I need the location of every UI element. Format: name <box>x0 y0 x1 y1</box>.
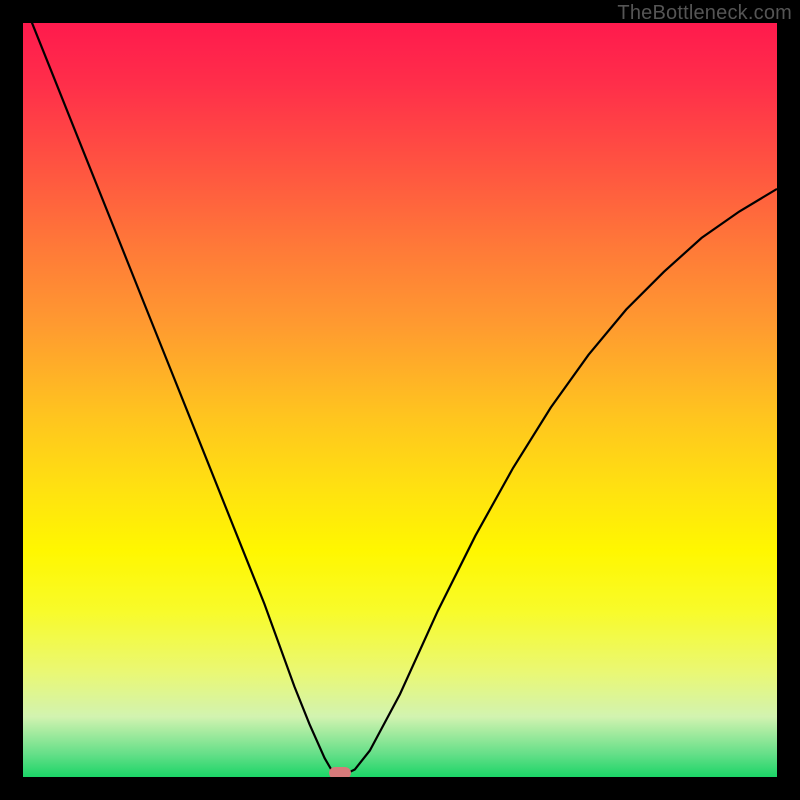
optimal-marker <box>329 767 351 777</box>
chart-frame: TheBottleneck.com <box>0 0 800 800</box>
watermark-text: TheBottleneck.com <box>617 2 792 25</box>
plot-area <box>23 23 777 777</box>
bottleneck-curve <box>23 23 777 777</box>
